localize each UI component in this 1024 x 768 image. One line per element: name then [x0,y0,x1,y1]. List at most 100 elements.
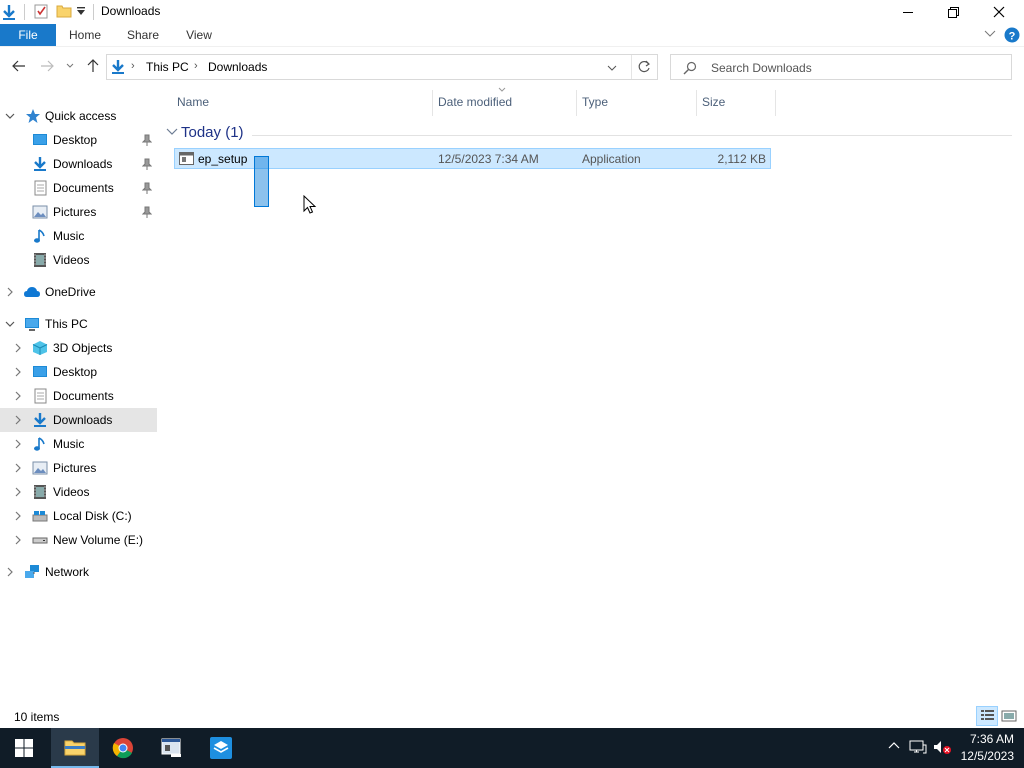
tab-file[interactable]: File [0,24,56,46]
system-clock[interactable]: 7:36 AM 12/5/2023 [961,731,1014,765]
column-header-name[interactable]: Name [177,95,209,111]
desktop-icon [32,364,48,380]
ribbon-tabs: File Home Share View ? [0,24,1024,47]
nav-label: Downloads [53,413,113,427]
taskbar-setup-app[interactable] [148,728,196,768]
network-icon [24,564,40,580]
column-header-date-modified[interactable]: Date modified [438,95,512,111]
nav-qa-videos[interactable]: Videos [0,248,157,272]
downloads-location-icon [111,59,125,75]
new-folder-icon[interactable] [56,4,72,18]
nav-network[interactable]: Network [0,560,157,584]
nav-qa-documents[interactable]: Documents [0,176,157,200]
group-header[interactable]: Today (1) [181,124,244,141]
pin-icon[interactable] [142,134,152,146]
item-count: 10 items [14,710,60,724]
restore-button[interactable] [930,0,976,24]
minimize-button[interactable] [885,0,931,24]
help-icon[interactable]: ? [1004,27,1020,43]
close-button[interactable] [976,0,1022,24]
large-icons-view-button[interactable] [1001,708,1017,724]
nav-quick-access[interactable]: Quick access [0,104,157,128]
forward-button[interactable] [37,56,57,76]
volume-muted-icon[interactable] [933,739,953,755]
tab-view[interactable]: View [175,24,223,46]
file-type: Application [582,152,641,166]
expand-chevron-icon[interactable] [12,390,24,402]
up-button[interactable] [83,56,103,76]
nav-pc-desktop[interactable]: Desktop [0,360,157,384]
nav-pc-music[interactable]: Music [0,432,157,456]
taskbar-file-explorer[interactable] [51,728,99,768]
application-icon [179,152,195,166]
expand-chevron-icon[interactable] [12,438,24,450]
expand-chevron-icon[interactable] [12,534,24,546]
pictures-icon [32,460,48,476]
nav-this-pc[interactable]: This PC [0,312,157,336]
3d-objects-icon [32,340,48,356]
refresh-icon[interactable] [637,60,651,74]
nav-label: Pictures [53,205,97,219]
expand-chevron-icon[interactable] [4,566,16,578]
taskbar-sandbox-app[interactable] [197,728,245,768]
details-view-button[interactable] [976,706,998,726]
nav-pc-3d-objects[interactable]: 3D Objects [0,336,157,360]
pictures-icon [32,204,48,220]
nav-pc-videos[interactable]: Videos [0,480,157,504]
search-box[interactable]: Search Downloads [670,54,1012,80]
column-header-type[interactable]: Type [582,95,608,111]
nav-pc-local-disk-c[interactable]: Local Disk (C:) [0,504,157,528]
tab-share[interactable]: Share [118,24,168,46]
nav-qa-pictures[interactable]: Pictures [0,200,157,224]
customize-toolbar-icon[interactable] [76,6,86,16]
pin-icon[interactable] [142,158,152,170]
desktop-icon [32,132,48,148]
downloads-icon [32,412,48,428]
group-collapse-chevron-icon[interactable] [166,128,178,136]
breadcrumb-this-pc[interactable]: This PC [146,60,189,74]
window-title: Downloads [101,4,161,18]
start-button[interactable] [0,728,48,768]
expand-chevron-icon[interactable] [12,486,24,498]
expand-chevron-icon[interactable] [12,510,24,522]
column-header-size[interactable]: Size [702,95,725,111]
address-bar[interactable]: › This PC › Downloads [106,54,658,80]
address-history-dropdown[interactable] [607,65,617,72]
nav-label: Pictures [53,461,97,475]
file-list-pane: Name Date modified Type Size Today (1) e… [160,86,1024,700]
taskbar-chrome[interactable] [99,728,147,768]
expand-chevron-icon[interactable] [12,414,24,426]
properties-icon[interactable] [33,3,49,19]
nav-onedrive[interactable]: OneDrive [0,280,157,304]
clock-time: 7:36 AM [969,732,1014,746]
search-icon [683,61,697,75]
nav-pc-new-volume-e[interactable]: New Volume (E:) [0,528,157,552]
nav-qa-desktop[interactable]: Desktop [0,128,157,152]
expand-chevron-icon[interactable] [12,462,24,474]
local-disk-icon [32,508,48,524]
collapse-chevron-icon[interactable] [4,318,16,330]
nav-qa-downloads[interactable]: Downloads [0,152,157,176]
expand-chevron-icon[interactable] [4,286,16,298]
nav-pc-downloads[interactable]: Downloads [0,408,157,432]
expand-ribbon-icon[interactable] [984,30,996,38]
nav-pc-pictures[interactable]: Pictures [0,456,157,480]
nav-label: OneDrive [45,285,96,299]
pin-icon[interactable] [142,182,152,194]
taskbar: 7:36 AM 12/5/2023 [0,728,1024,768]
nav-label: Videos [53,485,90,499]
nav-pc-documents[interactable]: Documents [0,384,157,408]
collapse-chevron-icon[interactable] [4,110,16,122]
nav-label: Local Disk (C:) [53,509,132,523]
pin-icon[interactable] [142,206,152,218]
back-button[interactable] [9,56,29,76]
breadcrumb-downloads[interactable]: Downloads [208,60,267,74]
expand-chevron-icon[interactable] [12,366,24,378]
show-hidden-icons-chevron-icon[interactable] [888,741,900,749]
tab-home[interactable]: Home [60,24,110,46]
expand-chevron-icon[interactable] [12,342,24,354]
recent-locations-button[interactable] [62,56,78,76]
nav-qa-music[interactable]: Music [0,224,157,248]
drag-selection-rectangle [254,156,269,207]
network-tray-icon[interactable] [909,739,927,755]
